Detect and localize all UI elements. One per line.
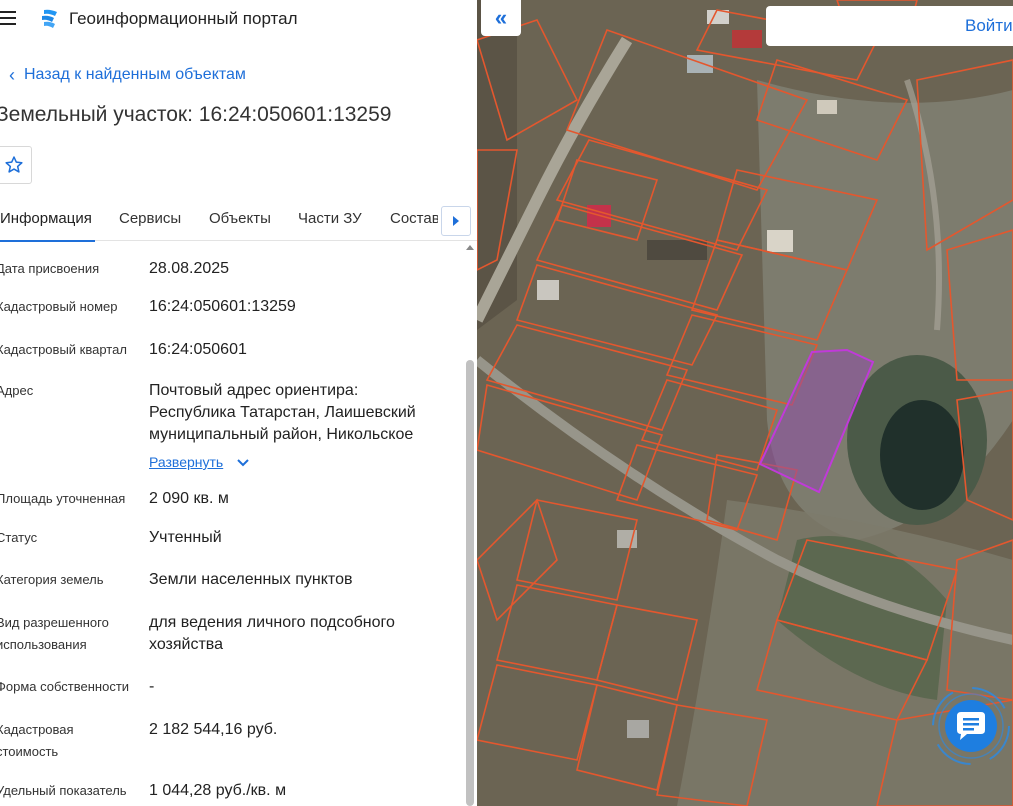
expand-address-link[interactable]: Развернуть [149,454,223,470]
info-value: 16:24:050601:13259 [149,298,296,315]
info-label: Форма собственности [0,679,130,694]
chevron-down-icon[interactable] [237,458,249,468]
app-title: Геоинформационный портал [69,9,298,28]
info-label: Кадастровая стоимость [0,722,74,759]
info-value: - [149,678,155,695]
info-value: 28.08.2025 [149,260,230,277]
tab-services[interactable]: Сервисы [119,200,181,240]
info-panel: Геоинформационный портал ‹ Назад к найде… [0,0,477,806]
info-label: Кадастровый квартал [0,342,127,357]
back-to-results-link[interactable]: ‹ Назад к найденным объектам [0,64,246,86]
scrollbar-thumb[interactable] [466,360,474,806]
chevron-left-icon: ‹ [9,64,15,85]
tab-bar: Информация Сервисы Объекты Части ЗУ Сост… [0,200,477,242]
collapse-panel-button[interactable]: « [481,0,521,36]
info-list: Дата присвоения 28.08.2025 Кадастровый н… [0,244,462,806]
info-value: для ведения личного подсобного хозяйства [149,614,395,653]
favorite-button[interactable] [0,146,32,184]
star-icon [5,156,23,173]
tab-objects[interactable]: Объекты [209,200,271,240]
info-value: 2 090 кв. м [149,490,229,507]
info-value: Почтовый адрес ориентира: Республика Тат… [149,382,416,443]
tab-composition[interactable]: Состав [390,200,438,240]
login-button[interactable]: Войти [766,6,1013,46]
caret-right-icon [453,216,459,226]
info-value: Учтенный [149,529,222,546]
back-link-label: Назад к найденным объектам [24,66,246,83]
info-label: Удельный показатель [0,783,127,798]
info-label: Статус [0,530,38,545]
top-bar: Геоинформационный портал [0,0,477,40]
hamburger-menu-icon[interactable] [0,11,16,27]
tabs-scroll-right-button[interactable] [441,206,471,236]
tab-parts[interactable]: Части ЗУ [298,200,362,240]
portal-logo-icon [42,9,57,28]
info-value: 16:24:050601 [149,341,247,358]
info-label: Площадь уточненная [0,491,126,506]
double-chevron-left-icon: « [494,5,508,30]
info-value: 2 182 544,16 руб. [149,721,278,738]
page-title: Земельный участок: 16:24:050601:13259 [0,103,392,126]
info-label: Адрес [0,383,34,398]
info-label: Вид разрешенного использования [0,615,109,652]
info-value: 1 044,28 руб./кв. м [149,782,287,799]
tab-information[interactable]: Информация [0,200,95,242]
info-label: Дата присвоения [0,261,100,276]
info-label: Категория земель [0,572,104,587]
info-label: Кадастровый номер [0,299,118,314]
scroll-up-arrow-icon[interactable] [466,245,474,250]
info-value: Земли населенных пунктов [149,571,353,588]
chat-button[interactable] [929,684,1013,768]
